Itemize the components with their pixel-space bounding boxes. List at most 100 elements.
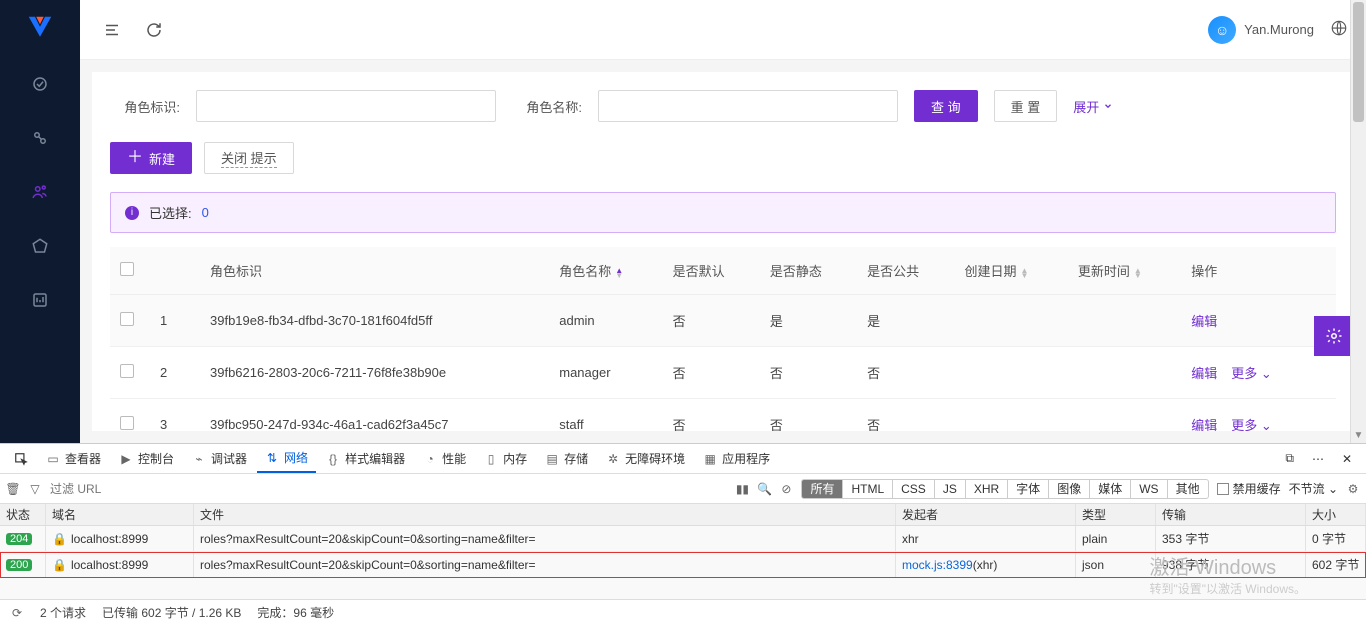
table-row[interactable]: 239fb6216-2803-20c6-7211-76f8fe38b90eman… xyxy=(110,347,1336,399)
col-size[interactable]: 大小 xyxy=(1306,504,1366,525)
tab-inspector[interactable]: ▭查看器 xyxy=(38,444,109,473)
network-columns: 状态 域名 文件 发起者 类型 传输 大小 xyxy=(0,504,1366,526)
reload-icon[interactable]: ⟳ xyxy=(10,606,24,620)
block-icon[interactable]: ⊘ xyxy=(779,482,793,496)
network-row[interactable]: 200🔒localhost:8999roles?maxResultCount=2… xyxy=(0,552,1366,578)
nav-item-1[interactable] xyxy=(24,68,56,100)
devtools-more-icon[interactable]: ⋯ xyxy=(1304,444,1332,473)
more-link[interactable]: 更多 ⌄ xyxy=(1231,366,1272,381)
initiator-link[interactable]: mock.js:8399 xyxy=(902,558,973,572)
expand-link-label: 展开 xyxy=(1073,97,1099,116)
filter-icon[interactable]: ▽ xyxy=(28,482,42,496)
devtools-close-icon[interactable]: ✕ xyxy=(1334,444,1360,473)
gear-icon xyxy=(1325,327,1343,345)
url-filter-input[interactable] xyxy=(50,482,170,496)
devtools-pick-icon[interactable] xyxy=(6,444,36,473)
row-is-public: 是 xyxy=(857,295,954,347)
type-css[interactable]: CSS xyxy=(893,480,935,498)
throttle-select[interactable]: 不节流 ⌄ xyxy=(1289,480,1338,497)
tab-memory[interactable]: ▯内存 xyxy=(476,444,535,473)
nav-item-5[interactable] xyxy=(24,284,56,316)
network-row[interactable]: 204🔒localhost:8999roles?maxResultCount=2… xyxy=(0,526,1366,552)
nav-item-4[interactable] xyxy=(24,230,56,262)
topbar: ☺ Yan.Murong xyxy=(80,0,1366,60)
type-filter: 所有 HTML CSS JS XHR 字体 图像 媒体 WS 其他 xyxy=(801,479,1208,499)
col-domain[interactable]: 域名 xyxy=(46,504,194,525)
more-link[interactable]: 更多 ⌄ xyxy=(1231,418,1272,431)
edit-link[interactable]: 编辑 xyxy=(1191,314,1217,329)
col-role-name[interactable]: 角色名称▲▼ xyxy=(549,247,662,295)
new-button[interactable]: ＋新建 xyxy=(110,142,192,174)
search-button[interactable]: 查 询 xyxy=(914,90,978,122)
alert-count: 0 xyxy=(202,205,209,220)
col-updated[interactable]: 更新时间▲▼ xyxy=(1068,247,1181,295)
col-role-id[interactable]: 角色标识 xyxy=(200,247,549,295)
table-row[interactable]: 139fb19e8-fb34-dfbd-3c70-181f604fd5ffadm… xyxy=(110,295,1336,347)
app-logo xyxy=(22,10,58,46)
row-checkbox[interactable] xyxy=(120,312,134,326)
tab-style[interactable]: {}样式编辑器 xyxy=(318,444,413,473)
network-statusbar: ⟳ 2 个请求 已传输 602 字节 / 1.26 KB 完成：96 毫秒 xyxy=(0,599,1366,625)
menu-toggle-icon[interactable] xyxy=(98,16,126,44)
expand-link[interactable]: 展开 xyxy=(1073,97,1113,116)
col-is-default[interactable]: 是否默认 xyxy=(663,247,760,295)
settings-icon[interactable]: ⚙ xyxy=(1346,482,1360,496)
type-ws[interactable]: WS xyxy=(1131,480,1167,498)
edit-link[interactable]: 编辑 xyxy=(1191,418,1217,431)
tab-console[interactable]: ▶控制台 xyxy=(111,444,182,473)
tab-app[interactable]: ▦应用程序 xyxy=(695,444,778,473)
language-icon[interactable] xyxy=(1330,19,1348,40)
roles-table: 角色标识 角色名称▲▼ 是否默认 是否静态 是否公共 创建日期▲▼ 更新时间▲▼… xyxy=(110,247,1336,431)
tab-debugger[interactable]: ⌁调试器 xyxy=(184,444,255,473)
nav-item-roles[interactable] xyxy=(24,176,56,208)
filter-role-name-input[interactable] xyxy=(598,90,898,122)
type-other[interactable]: 其他 xyxy=(1168,480,1208,498)
type-media[interactable]: 媒体 xyxy=(1090,480,1131,498)
row-is-default: 否 xyxy=(663,399,760,432)
col-is-public[interactable]: 是否公共 xyxy=(857,247,954,295)
col-is-static[interactable]: 是否静态 xyxy=(760,247,857,295)
disable-cache-checkbox[interactable]: 禁用缓存 xyxy=(1217,480,1281,497)
refresh-icon[interactable] xyxy=(140,16,168,44)
close-tip-button[interactable]: 关闭 提示 xyxy=(204,142,294,174)
pause-icon[interactable]: ▮▮ xyxy=(735,482,749,496)
row-checkbox[interactable] xyxy=(120,416,134,430)
type-js[interactable]: JS xyxy=(935,480,966,498)
row-is-default: 否 xyxy=(663,347,760,399)
edit-link[interactable]: 编辑 xyxy=(1191,366,1217,381)
row-is-static: 是 xyxy=(760,295,857,347)
row-is-public: 否 xyxy=(857,399,954,432)
search-icon[interactable]: 🔍 xyxy=(757,482,771,496)
tab-a11y[interactable]: ✲无障碍环境 xyxy=(598,444,693,473)
col-transferred[interactable]: 传输 xyxy=(1156,504,1306,525)
tab-storage[interactable]: ▤存储 xyxy=(537,444,596,473)
trash-icon[interactable]: 🗑 xyxy=(6,482,20,496)
request-file: roles?maxResultCount=20&skipCount=0&sort… xyxy=(194,526,896,551)
avatar[interactable]: ☺ xyxy=(1208,16,1236,44)
col-type[interactable]: 类型 xyxy=(1076,504,1156,525)
filter-role-name-label: 角色名称: xyxy=(512,97,582,116)
table-row[interactable]: 339fbc950-247d-934c-46a1-cad62f3a45c7sta… xyxy=(110,399,1336,432)
page-scrollbar[interactable]: ▲▼ xyxy=(1350,0,1366,443)
type-xhr[interactable]: XHR xyxy=(966,480,1008,498)
nav-item-2[interactable] xyxy=(24,122,56,154)
type-html[interactable]: HTML xyxy=(843,480,893,498)
reset-button[interactable]: 重 置 xyxy=(994,90,1058,122)
select-all-checkbox[interactable] xyxy=(120,262,134,276)
col-created[interactable]: 创建日期▲▼ xyxy=(954,247,1067,295)
devtools-dock-icon[interactable]: ⧉ xyxy=(1277,444,1302,473)
row-checkbox[interactable] xyxy=(120,364,134,378)
sort-icon: ▲▼ xyxy=(1020,268,1028,278)
type-font[interactable]: 字体 xyxy=(1008,480,1049,498)
col-status[interactable]: 状态 xyxy=(0,504,46,525)
table-settings-button[interactable] xyxy=(1314,316,1354,356)
request-size: 0 字节 xyxy=(1306,526,1366,551)
type-all[interactable]: 所有 xyxy=(802,480,843,498)
type-img[interactable]: 图像 xyxy=(1049,480,1090,498)
col-initiator[interactable]: 发起者 xyxy=(896,504,1076,525)
col-file[interactable]: 文件 xyxy=(194,504,896,525)
close-tip-label: 关闭 提示 xyxy=(221,148,277,168)
tab-network[interactable]: ⇅网络 xyxy=(257,444,316,473)
tab-perf[interactable]: ◔性能 xyxy=(415,444,474,473)
filter-role-id-input[interactable] xyxy=(196,90,496,122)
